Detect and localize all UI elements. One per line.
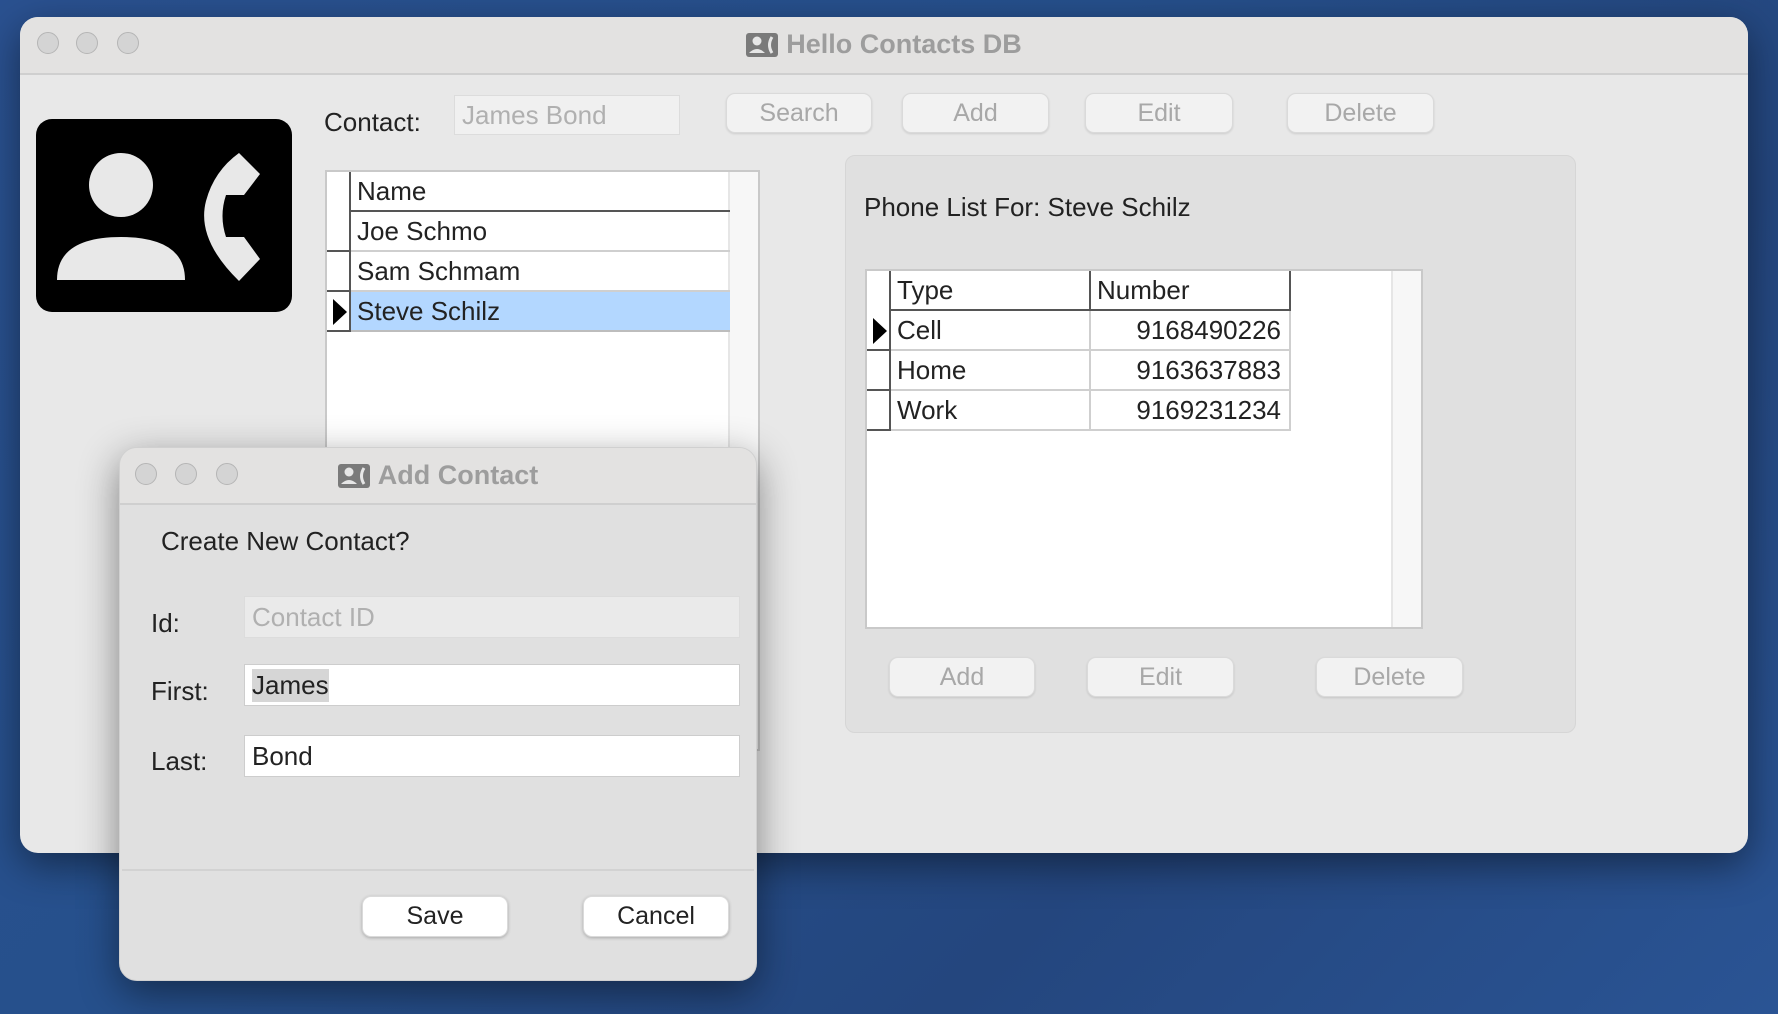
current-row-arrow-icon xyxy=(333,299,347,325)
phone-header-number[interactable]: Number xyxy=(1091,271,1291,311)
phone-header-type[interactable]: Type xyxy=(891,271,1091,311)
first-name-value-selected: James xyxy=(252,668,329,702)
contact-label: Contact: xyxy=(324,107,421,137)
phone-row-type[interactable]: Home xyxy=(891,351,1091,391)
last-name-input[interactable]: Bond xyxy=(244,735,740,777)
phone-edit-button[interactable]: Edit xyxy=(1087,657,1234,697)
table-row[interactable]: Sam Schmam xyxy=(351,252,730,292)
phone-header-indicator xyxy=(867,271,891,311)
phone-delete-button[interactable]: Delete xyxy=(1316,657,1463,697)
phone-row-type[interactable]: Work xyxy=(891,391,1091,431)
contact-phone-icon xyxy=(57,153,260,281)
search-button[interactable]: Search xyxy=(726,93,872,133)
phone-row-number[interactable]: 9168490226 xyxy=(1091,311,1291,351)
names-header-indicator xyxy=(327,172,351,212)
window-title: Hello Contacts DB xyxy=(20,29,1748,60)
window-title-text: Hello Contacts DB xyxy=(786,29,1022,59)
cancel-button[interactable]: Cancel xyxy=(583,896,729,937)
add-button[interactable]: Add xyxy=(902,93,1049,133)
dialog-titlebar: Add Contact xyxy=(120,448,756,505)
dialog-heading: Create New Contact? xyxy=(161,526,410,556)
phone-add-button[interactable]: Add xyxy=(889,657,1035,697)
phone-panel: Phone List For: Steve Schilz Type Number… xyxy=(845,155,1576,733)
contact-avatar xyxy=(36,119,292,312)
contact-phone-icon xyxy=(337,463,370,488)
table-row-selected[interactable]: Steve Schilz xyxy=(351,292,730,332)
id-label: Id: xyxy=(151,608,180,638)
phone-row-indicator[interactable] xyxy=(867,351,891,391)
save-button[interactable]: Save xyxy=(362,896,508,937)
id-input[interactable]: Contact ID xyxy=(244,596,740,638)
row-indicator[interactable] xyxy=(327,252,351,292)
contact-input-placeholder: James Bond xyxy=(462,99,607,130)
phone-row-number[interactable]: 9163637883 xyxy=(1091,351,1291,391)
table-row[interactable]: Joe Schmo xyxy=(351,212,730,252)
row-indicator-current[interactable] xyxy=(327,292,351,332)
add-contact-dialog: Add Contact Create New Contact? Id: Cont… xyxy=(119,447,757,981)
dialog-title: Add Contact xyxy=(120,460,756,491)
current-row-arrow-icon xyxy=(873,318,887,344)
phone-scrollbar[interactable] xyxy=(1391,271,1421,627)
contact-search-input[interactable]: James Bond xyxy=(454,95,680,135)
phone-row-type[interactable]: Cell xyxy=(891,311,1091,351)
id-input-placeholder: Contact ID xyxy=(252,601,375,632)
names-header-name[interactable]: Name xyxy=(351,172,730,212)
dialog-footer-divider xyxy=(122,869,754,871)
phone-row-indicator[interactable] xyxy=(867,391,891,431)
phone-table[interactable]: Type Number Cell 9168490226 Home 9163637… xyxy=(865,269,1423,629)
first-name-input[interactable]: James xyxy=(244,664,740,706)
phone-panel-title: Phone List For: Steve Schilz xyxy=(864,192,1191,222)
contact-phone-icon xyxy=(746,32,779,57)
main-titlebar: Hello Contacts DB xyxy=(20,17,1748,75)
last-label: Last: xyxy=(151,746,208,776)
delete-button[interactable]: Delete xyxy=(1287,93,1434,133)
phone-row-indicator-current[interactable] xyxy=(867,311,891,351)
phone-row-number[interactable]: 9169231234 xyxy=(1091,391,1291,431)
row-indicator[interactable] xyxy=(327,212,351,252)
last-name-value: Bond xyxy=(252,740,313,771)
edit-button[interactable]: Edit xyxy=(1085,93,1233,133)
first-label: First: xyxy=(151,676,209,706)
dialog-title-text: Add Contact xyxy=(377,460,539,490)
